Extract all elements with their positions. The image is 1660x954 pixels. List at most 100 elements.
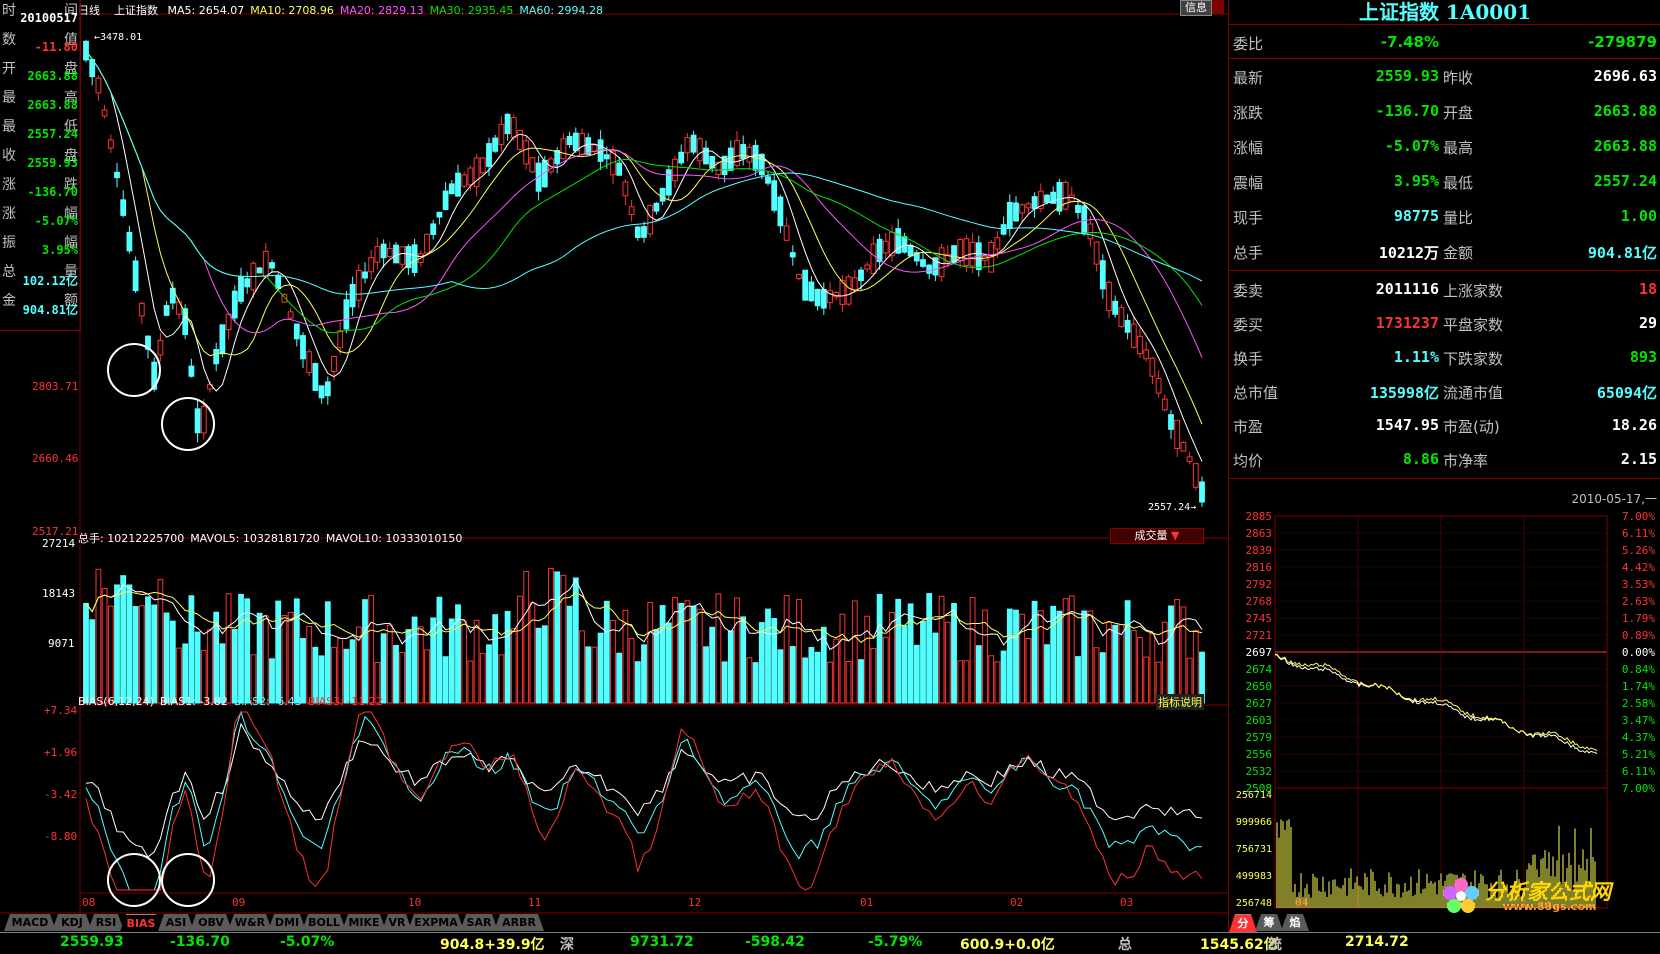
bias-tick-2: +1.96	[44, 746, 78, 759]
tab-arbr[interactable]: ARBR	[494, 914, 544, 931]
tab-boll[interactable]: BOLL	[302, 914, 346, 931]
volume-bar	[771, 618, 778, 704]
volume-bar	[293, 598, 300, 704]
volume-bar	[554, 571, 561, 704]
tab-kdj[interactable]: KDJ	[52, 914, 92, 931]
volume-bar	[858, 659, 864, 704]
kline-chart-area[interactable]	[0, 0, 1228, 914]
candle-body	[1155, 378, 1162, 394]
candle-body	[331, 356, 337, 372]
tab-wr[interactable]: W&R	[228, 914, 272, 931]
volume-bar	[684, 600, 691, 704]
volume-bar	[734, 597, 740, 704]
volume-indicator-button[interactable]: 成交量 ▼	[1110, 528, 1204, 544]
volume-bar	[1192, 629, 1199, 704]
tab-expma[interactable]: EXPMA	[408, 914, 464, 931]
tab-dmi[interactable]: DMI	[268, 914, 306, 931]
intraday-price-tick: 2674	[1246, 663, 1273, 676]
candle-body	[1000, 224, 1007, 235]
candle-body	[746, 146, 753, 163]
volume-bar	[1056, 610, 1063, 704]
tab-bias[interactable]: BIAS	[120, 914, 162, 932]
volume-bar	[740, 616, 747, 704]
candle-body	[262, 250, 269, 278]
info-dropdown-icon[interactable]	[1212, 0, 1224, 14]
candle-body	[1112, 300, 1119, 315]
watermark-url[interactable]: www.88gs.com	[1503, 900, 1596, 913]
candle-body	[448, 183, 455, 195]
indicator-help-button[interactable]: 指标说明	[1156, 694, 1204, 710]
candle-body	[566, 135, 573, 146]
intraday-pct-tick: 3.47%	[1622, 714, 1655, 727]
intraday-pct-tick: 4.42%	[1622, 561, 1655, 574]
left-info-row: 金额 904.81亿	[2, 290, 78, 317]
volume-bar	[1037, 610, 1044, 704]
volume-bar	[975, 645, 982, 704]
date-axis-label: 08	[82, 896, 96, 909]
candle-body	[343, 299, 350, 330]
volume-bar	[151, 604, 158, 704]
intraday-volume-tick: 499983	[1236, 871, 1272, 882]
tab-obv[interactable]: OBV	[190, 914, 232, 931]
volume-bar	[337, 637, 344, 704]
volume-bar	[510, 628, 517, 704]
volume-bar	[473, 619, 480, 704]
left-info-row: 最高 2663.88	[2, 87, 78, 112]
date-axis-label: 12	[688, 896, 702, 909]
volume-bar	[870, 647, 877, 704]
candle-body	[926, 264, 933, 274]
volume-bar	[951, 603, 957, 704]
volume-bar	[1025, 637, 1032, 704]
volume-bar	[479, 652, 486, 704]
trade-value: 893	[1629, 348, 1657, 366]
trade-value: 18.26	[1611, 416, 1657, 434]
candle-body	[355, 269, 362, 301]
left-info-panel: 时间 20100517 数值 -11.80 开盘 2663.88 最高 2663.88 最低 25…	[0, 0, 81, 331]
volume-bar	[523, 570, 530, 704]
candle-body	[120, 199, 127, 216]
tab-macd[interactable]: MACD	[4, 914, 56, 931]
volume-bar	[244, 598, 251, 704]
intraday-tab[interactable]: 分	[1229, 914, 1257, 932]
volume-bar	[399, 652, 406, 704]
candle-body	[1093, 241, 1100, 265]
volume-bar	[486, 644, 492, 704]
intraday-price-tick: 2745	[1246, 612, 1273, 625]
candle-body	[579, 132, 585, 156]
volume-bar	[504, 610, 511, 704]
info-button[interactable]: 信息	[1180, 0, 1212, 16]
volume-bar	[1000, 650, 1007, 704]
volume-bar	[120, 575, 127, 704]
candle-body	[1044, 194, 1050, 203]
tab-mike[interactable]: MIKE	[342, 914, 386, 931]
high-price-label: 3478.01	[100, 32, 143, 43]
tab-rsi[interactable]: RSI	[88, 914, 124, 931]
volume-bar	[306, 625, 313, 704]
volume-bar	[641, 644, 647, 704]
trade-key: 上涨家数	[1443, 282, 1504, 300]
candle-body	[1099, 260, 1106, 290]
intraday-price-tick: 2768	[1246, 595, 1273, 608]
index-name-label: 上证指数	[114, 4, 158, 17]
tab-asi[interactable]: ASI	[158, 914, 194, 931]
candle-body	[207, 383, 213, 390]
intraday-tab[interactable]: 焰	[1281, 914, 1309, 931]
intraday-price-tick: 2885	[1246, 510, 1273, 523]
candle-body	[870, 243, 877, 275]
candle-body	[517, 130, 523, 150]
candle-body	[498, 123, 505, 145]
volume-bar	[703, 646, 709, 704]
intraday-tab[interactable]: 筹	[1255, 914, 1283, 931]
bias-legend: BIAS(6,12,24) BIAS1: -3.82 BIAS2: -6.43 BIA…	[78, 695, 389, 708]
volume-bar	[1143, 656, 1150, 704]
tab-sar[interactable]: SAR	[460, 914, 498, 931]
tab-vr[interactable]: VR	[382, 914, 412, 931]
left-info-row: 开盘 2663.88	[2, 58, 78, 83]
intraday-chart[interactable]: 2885 7.00% 2863 6.11% 2839 5.26% 2816 4.42% 2792…	[1229, 508, 1660, 914]
volume-bar	[932, 632, 939, 704]
candle-body	[256, 267, 263, 274]
quote-title: 上证指数 1A0001	[1229, 0, 1660, 25]
candle-body	[293, 323, 300, 340]
volume-bar	[380, 633, 387, 704]
trade-value: 2.15	[1620, 450, 1657, 468]
